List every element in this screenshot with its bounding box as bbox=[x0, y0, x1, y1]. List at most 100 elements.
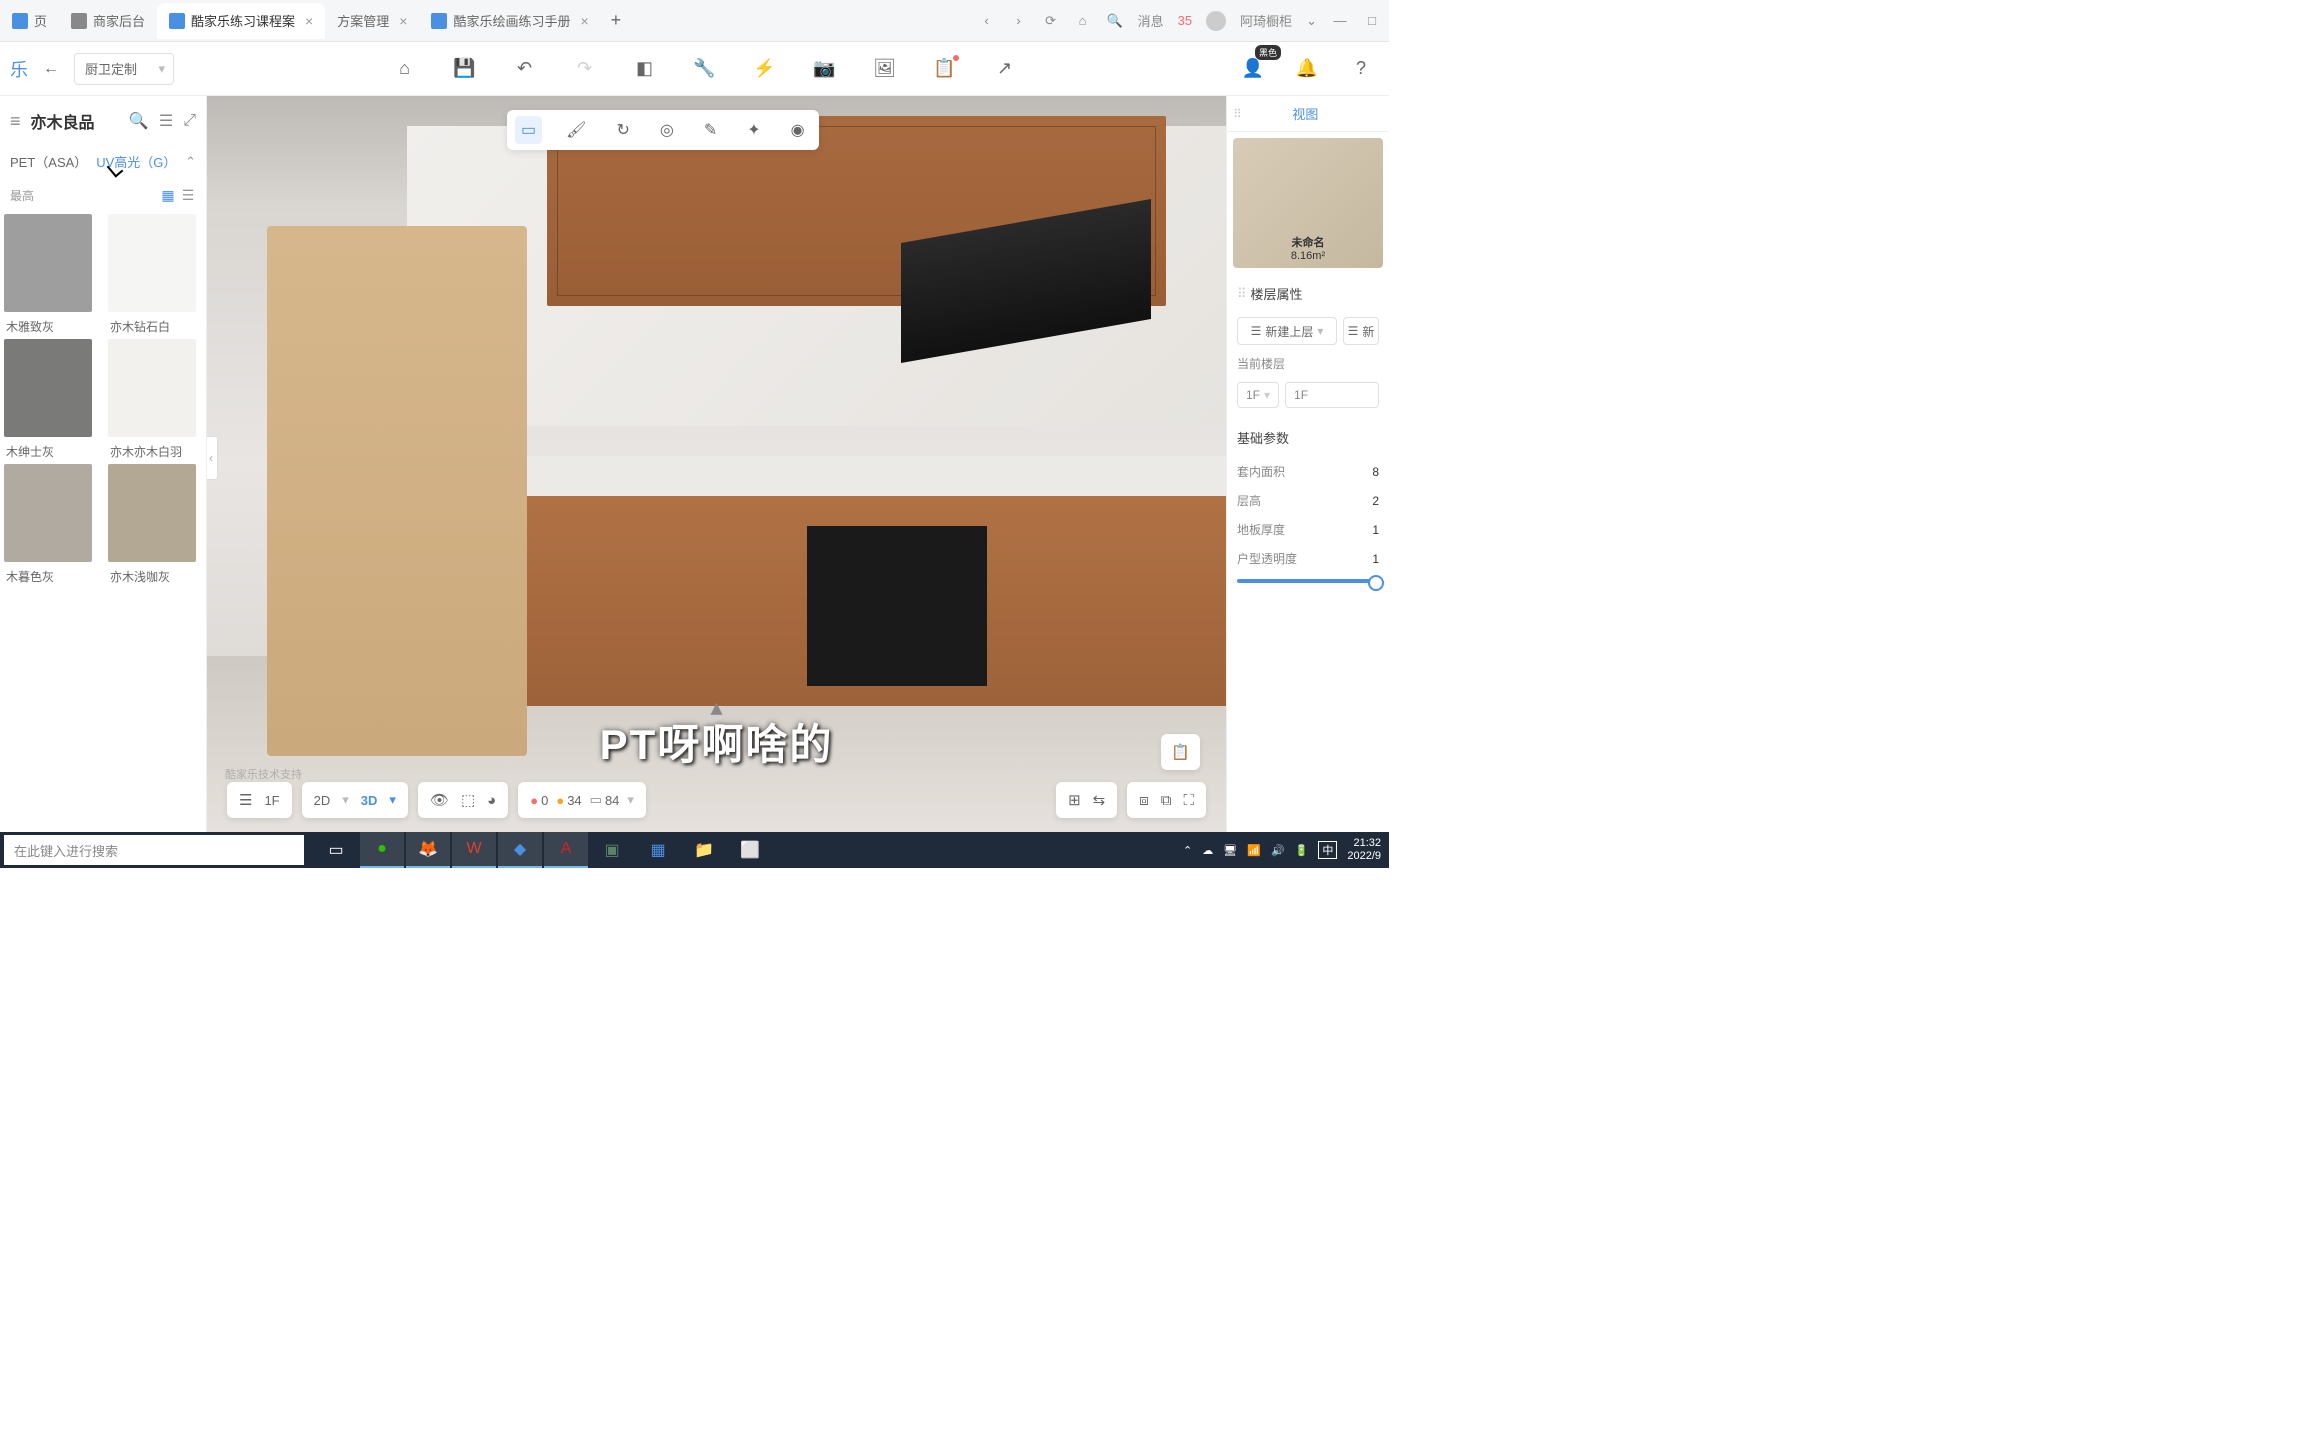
chevron-down-icon[interactable]: ▾ bbox=[627, 792, 634, 808]
switch-icon[interactable]: ⇆ bbox=[1093, 791, 1106, 809]
avatar[interactable] bbox=[1206, 11, 1226, 31]
swatch-item[interactable]: 亦木钻石白 bbox=[108, 214, 202, 335]
room-thumbnail[interactable]: 未命名 8.16m² bbox=[1233, 138, 1383, 268]
opacity-value[interactable]: 1 bbox=[1339, 552, 1379, 566]
clipboard-button[interactable]: 📋 bbox=[1161, 734, 1200, 770]
cube-icon[interactable]: ⬚ bbox=[461, 791, 475, 809]
wrench-icon[interactable]: 🔧 bbox=[687, 51, 723, 87]
grid-view-icon[interactable]: ▦ bbox=[160, 188, 176, 204]
maximize-icon[interactable]: □ bbox=[1363, 13, 1381, 28]
app-icon[interactable]: ▣ bbox=[590, 832, 634, 868]
gauge-icon[interactable]: ◕ bbox=[487, 792, 496, 809]
new-tab-button[interactable]: + bbox=[601, 10, 632, 31]
swatch-item[interactable]: 亦木浅咖灰 bbox=[108, 464, 202, 585]
taskbar-clock[interactable]: 21:32 2022/9 bbox=[1347, 837, 1381, 863]
list-icon[interactable]: ☰ bbox=[159, 111, 173, 131]
marker-tool-icon[interactable]: ✎ bbox=[698, 116, 723, 144]
close-icon[interactable]: × bbox=[305, 13, 313, 29]
thickness-value[interactable]: 1 bbox=[1339, 523, 1379, 537]
autocad-icon[interactable]: A bbox=[544, 832, 588, 868]
chevron-down-icon[interactable]: ▾ bbox=[342, 792, 349, 808]
app-icon[interactable]: ▦ bbox=[636, 832, 680, 868]
swatch-item[interactable]: 木暮色灰 bbox=[4, 464, 98, 585]
frame-in-icon[interactable]: ⧈ bbox=[1139, 792, 1149, 809]
view-3d-button[interactable]: 3D bbox=[361, 793, 378, 808]
mode-select[interactable]: 厨卫定制 bbox=[74, 53, 174, 85]
undo-icon[interactable]: ↶ bbox=[507, 51, 543, 87]
app-logo[interactable]: 乐 bbox=[10, 56, 28, 82]
ime-indicator[interactable]: 中 bbox=[1318, 841, 1337, 859]
bell-icon[interactable]: 🔔 bbox=[1289, 51, 1325, 87]
clipboard-icon[interactable]: 📋 bbox=[927, 51, 963, 87]
wechat-icon[interactable]: ● bbox=[360, 832, 404, 868]
windows-search-input[interactable]: 在此键入进行搜索 bbox=[4, 835, 304, 865]
ring-tool-icon[interactable]: ◉ bbox=[785, 116, 811, 144]
tray-icon[interactable]: 🖥 bbox=[1223, 844, 1237, 857]
wps-icon[interactable]: W bbox=[452, 832, 496, 868]
expand-icon[interactable]: ⤢ bbox=[183, 112, 196, 130]
firefox-icon[interactable]: 🦊 bbox=[406, 832, 450, 868]
close-icon[interactable]: × bbox=[580, 13, 588, 29]
tab-view[interactable]: 视图 bbox=[1272, 104, 1338, 123]
new-button[interactable]: ☰ 新 bbox=[1343, 317, 1379, 345]
focus-tool-icon[interactable]: ◎ bbox=[654, 116, 680, 144]
user-icon[interactable]: 👤黑色 bbox=[1235, 51, 1271, 87]
external-icon[interactable]: ↗ bbox=[987, 51, 1023, 87]
list-view-icon[interactable]: ☰ bbox=[180, 188, 196, 204]
area-value[interactable]: 8 bbox=[1339, 465, 1379, 479]
tray-chevron-icon[interactable]: ⌃ bbox=[1183, 844, 1192, 857]
floor-name-input[interactable]: 1F bbox=[1285, 382, 1379, 408]
nav-forward-icon[interactable]: › bbox=[1010, 13, 1028, 28]
folder-icon[interactable]: 📁 bbox=[682, 832, 726, 868]
volume-icon[interactable]: 🔊 bbox=[1271, 844, 1285, 857]
home-icon[interactable]: ⌂ bbox=[387, 51, 423, 87]
menu-icon[interactable]: ≡ bbox=[10, 111, 21, 132]
eye-icon[interactable]: 👁 bbox=[430, 791, 449, 809]
camera-icon[interactable]: 📷 bbox=[807, 51, 843, 87]
floor-switcher[interactable]: ☰ 1F bbox=[227, 782, 292, 818]
chevron-down-icon[interactable]: ▾ bbox=[389, 792, 396, 808]
username-label[interactable]: 阿琦橱柜 bbox=[1240, 11, 1292, 30]
minimize-icon[interactable]: — bbox=[1331, 13, 1349, 28]
save-icon[interactable]: 💾 bbox=[447, 51, 483, 87]
toggle-icon[interactable]: ⊞ bbox=[1068, 791, 1081, 809]
fullscreen-icon[interactable]: ⛶ bbox=[1183, 792, 1194, 809]
search-icon[interactable]: 🔍 bbox=[129, 111, 149, 131]
sort-label[interactable]: 最高 bbox=[10, 187, 34, 204]
browser-tab-course[interactable]: 酷家乐练习课程案 × bbox=[157, 3, 325, 39]
swatch-item[interactable]: 木雅致灰 bbox=[4, 214, 98, 335]
view-2d-button[interactable]: 2D bbox=[314, 793, 331, 808]
messages-label[interactable]: 消息 bbox=[1138, 11, 1164, 30]
plugin-tool-icon[interactable]: ✦ bbox=[741, 116, 766, 144]
app-icon[interactable]: ⬜ bbox=[728, 832, 772, 868]
tray-icon[interactable]: ☁ bbox=[1202, 844, 1213, 857]
swatch-item[interactable]: 木绅士灰 bbox=[4, 339, 98, 460]
browser-tab-merchant[interactable]: 商家后台 bbox=[59, 3, 157, 39]
refresh-icon[interactable]: ⟳ bbox=[1042, 13, 1060, 29]
eraser-icon[interactable]: ◧ bbox=[627, 51, 663, 87]
browser-tab-project[interactable]: 方案管理 × bbox=[325, 3, 419, 39]
status-counts[interactable]: 0 34 84 ▾ bbox=[518, 782, 646, 818]
drag-handle-icon[interactable]: ⠿ bbox=[1233, 107, 1242, 121]
tab-uv-gloss[interactable]: UV高光（G） bbox=[96, 146, 171, 177]
tab-pet-asa[interactable]: PET（ASA） bbox=[10, 146, 82, 177]
paint-tool-icon[interactable]: 🖌 bbox=[560, 116, 592, 144]
new-upper-floor-button[interactable]: ☰ 新建上层 ▾ bbox=[1237, 317, 1337, 345]
bolt-icon[interactable]: ⚡ bbox=[747, 51, 783, 87]
browser-tab-home[interactable]: 页 bbox=[0, 3, 59, 39]
design-viewport[interactable]: ‹ ▭ 🖌 ↻ ◎ ✎ ✦ ◉ ▴ 酷家乐技术支持 PT呀啊啥的 ☰ 1F 2D… bbox=[207, 96, 1226, 832]
image-icon[interactable]: 🖼 bbox=[867, 51, 903, 87]
help-icon[interactable]: ? bbox=[1343, 51, 1379, 87]
swatch-item[interactable]: 亦木亦木白羽 bbox=[108, 339, 202, 460]
opacity-slider[interactable] bbox=[1237, 579, 1379, 583]
task-view-icon[interactable]: ▭ bbox=[314, 832, 358, 868]
select-tool-icon[interactable]: ▭ bbox=[515, 116, 542, 144]
drag-handle-icon[interactable]: ⠿ bbox=[1237, 286, 1247, 302]
panel-collapse-handle[interactable]: ‹ bbox=[207, 436, 218, 480]
close-icon[interactable]: × bbox=[399, 13, 407, 29]
chevron-up-icon[interactable]: ⌃ bbox=[185, 154, 196, 170]
nav-back-icon[interactable]: ‹ bbox=[978, 13, 996, 28]
frame-out-icon[interactable]: ⧉ bbox=[1161, 792, 1172, 809]
rotate-tool-icon[interactable]: ↻ bbox=[610, 116, 635, 144]
chevron-down-icon[interactable]: ⌄ bbox=[1306, 13, 1317, 29]
